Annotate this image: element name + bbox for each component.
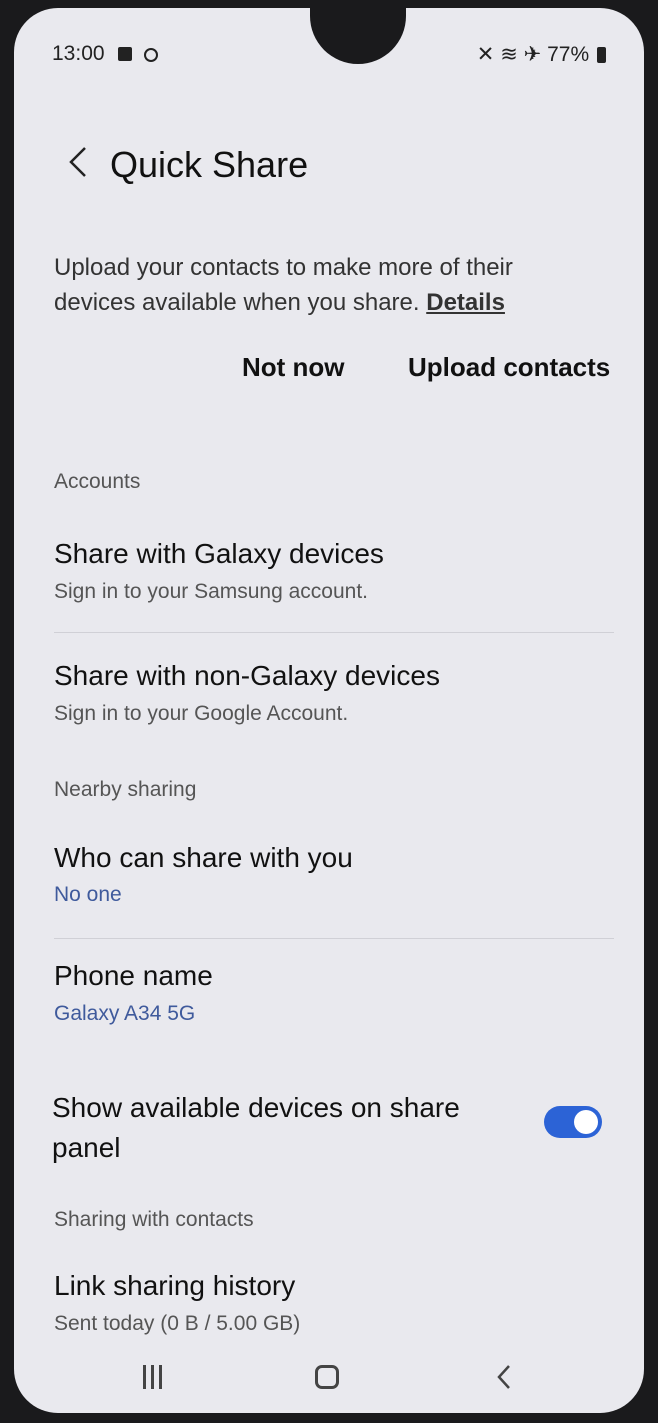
phone-name-value: Galaxy A34 5G bbox=[54, 1002, 196, 1025]
upload-contacts-button[interactable]: Upload contacts bbox=[408, 352, 610, 383]
home-button[interactable] bbox=[305, 1355, 349, 1399]
share-galaxy-title: Share with Galaxy devices bbox=[54, 538, 384, 569]
who-can-share-value: No one bbox=[54, 883, 122, 906]
recents-button[interactable] bbox=[130, 1355, 174, 1399]
share-galaxy-subtitle: Sign in to your Samsung account. bbox=[54, 580, 369, 603]
status-bar-left: 13:00 bbox=[52, 42, 159, 66]
not-now-button[interactable]: Not now bbox=[242, 352, 345, 383]
status-bar-right: ✕ ≋ ✈ 77% bbox=[477, 42, 606, 67]
link-sharing-history-title: Link sharing history bbox=[54, 1270, 296, 1301]
divider bbox=[54, 938, 614, 939]
share-non-galaxy-title: Share with non-Galaxy devices bbox=[54, 660, 440, 691]
share-non-galaxy-subtitle: Sign in to your Google Account. bbox=[54, 702, 349, 725]
details-link[interactable]: Details bbox=[426, 289, 505, 316]
sync-icon bbox=[144, 48, 159, 62]
page-title: Quick Share bbox=[110, 144, 309, 185]
navigation-bar bbox=[14, 1343, 644, 1413]
phone-screen: 13:00 ✕ ≋ ✈ 77% Quick Share Upload your … bbox=[14, 8, 644, 1413]
mute-icon: ✕ bbox=[476, 43, 495, 66]
upload-contacts-message: Upload your contacts to make more of the… bbox=[54, 250, 594, 320]
nav-back-button[interactable] bbox=[482, 1355, 526, 1399]
who-can-share-title: Who can share with you bbox=[54, 842, 353, 873]
phone-name-title: Phone name bbox=[54, 960, 213, 991]
camera-notch bbox=[310, 8, 406, 64]
recents-icon bbox=[142, 1365, 162, 1389]
back-chevron-icon bbox=[69, 147, 86, 177]
accounts-section-label: Accounts bbox=[54, 470, 141, 493]
divider bbox=[54, 632, 614, 633]
battery-icon bbox=[597, 47, 606, 63]
show-devices-toggle[interactable] bbox=[544, 1106, 602, 1138]
nearby-sharing-section-label: Nearby sharing bbox=[54, 778, 197, 801]
back-button[interactable] bbox=[58, 136, 98, 188]
sharing-contacts-section-label: Sharing with contacts bbox=[54, 1208, 254, 1231]
notification-icon bbox=[118, 47, 133, 61]
wifi-icon: ≋ bbox=[500, 43, 518, 66]
battery-level: 77% bbox=[547, 43, 590, 66]
show-devices-title: Show available devices on share panel bbox=[52, 1092, 460, 1163]
airplane-icon: ✈ bbox=[523, 43, 542, 66]
toggle-knob bbox=[574, 1110, 598, 1134]
nav-back-icon bbox=[497, 1365, 510, 1389]
home-icon bbox=[315, 1365, 339, 1389]
status-time: 13:00 bbox=[52, 42, 105, 65]
link-sharing-history-subtitle: Sent today (0 B / 5.00 GB) bbox=[54, 1312, 301, 1335]
